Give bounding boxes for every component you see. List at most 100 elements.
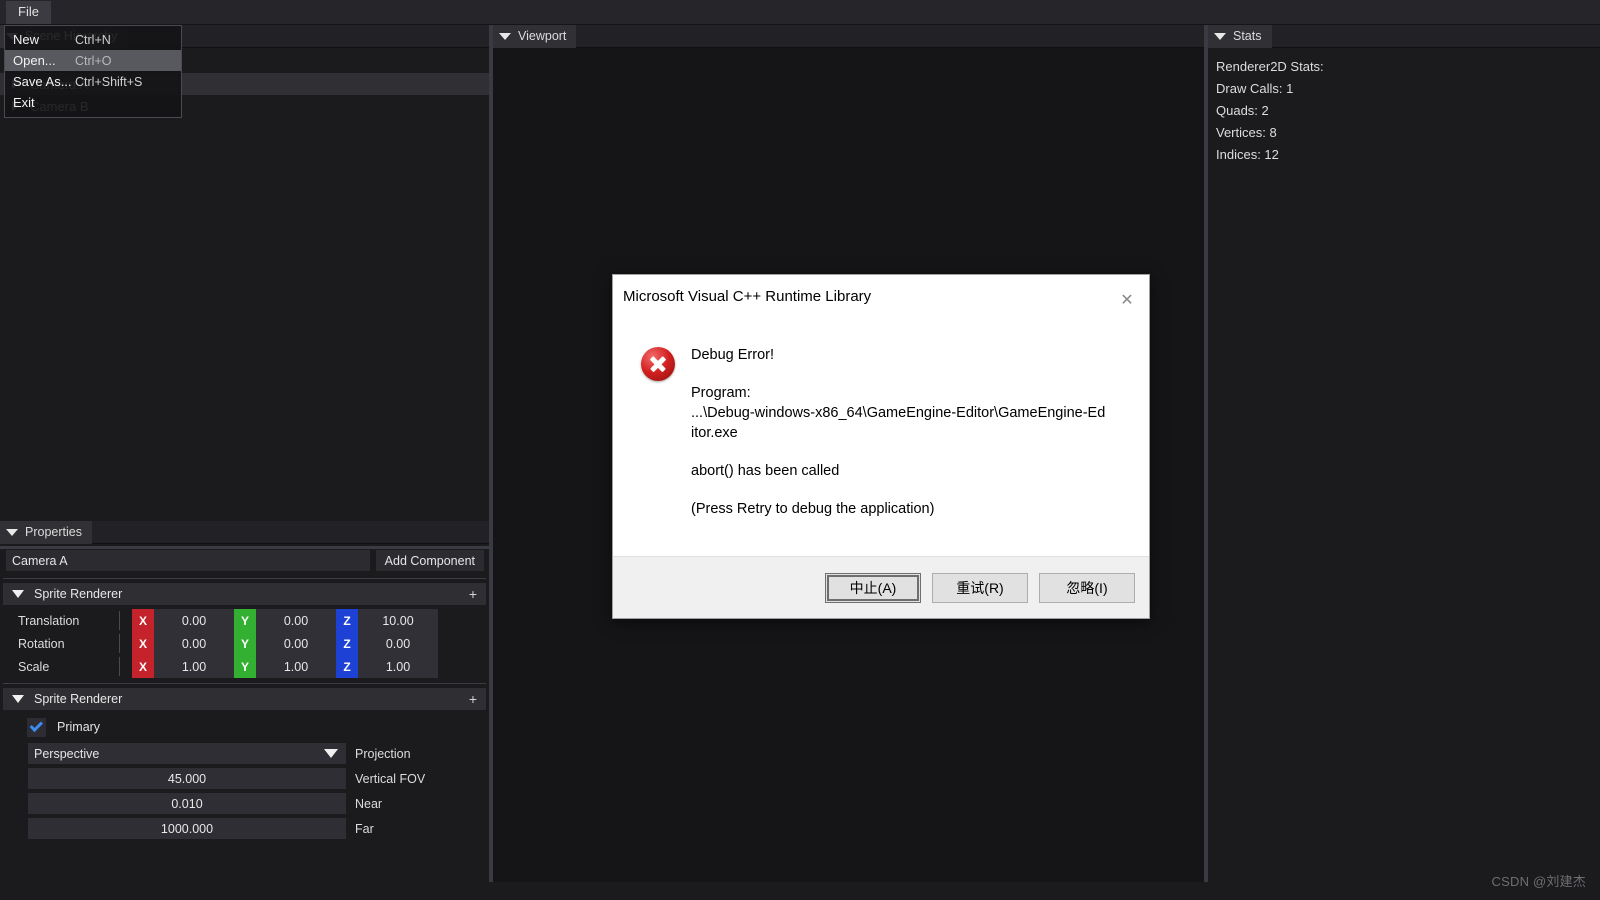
axis-y-label: Y bbox=[234, 609, 256, 632]
runtime-error-dialog: Microsoft Visual C++ Runtime Library ✕ D… bbox=[612, 274, 1150, 619]
axis-z-label: Z bbox=[336, 632, 358, 655]
stats-line: Vertices: 8 bbox=[1216, 122, 1600, 144]
collapse-triangle-icon[interactable] bbox=[6, 529, 18, 536]
axis-x-label: X bbox=[132, 655, 154, 678]
dialog-message-block: Debug Error! Program: ...\Debug-windows-… bbox=[691, 345, 1105, 556]
stats-line: Draw Calls: 1 bbox=[1216, 78, 1600, 100]
divider bbox=[119, 657, 120, 676]
dialog-body: Debug Error! Program: ...\Debug-windows-… bbox=[613, 319, 1149, 556]
vector-row-rotation: Rotation X 0.00 Y 0.00 Z 0.00 bbox=[3, 632, 486, 655]
add-component-button[interactable]: Add Component bbox=[376, 550, 484, 571]
menu-file[interactable]: File bbox=[6, 1, 51, 24]
row-label: Scale bbox=[3, 655, 119, 678]
properties-panel: Properties Camera A Add Component Sprite… bbox=[0, 521, 489, 882]
projection-row: Perspective Projection bbox=[28, 743, 486, 764]
primary-checkbox[interactable] bbox=[27, 718, 46, 737]
vertical-fov-row: 45.000 Vertical FOV bbox=[28, 768, 486, 789]
divider bbox=[119, 611, 120, 630]
far-row: 1000.000 Far bbox=[28, 818, 486, 839]
dialog-titlebar: Microsoft Visual C++ Runtime Library ✕ bbox=[613, 275, 1149, 319]
menu-item-shortcut: Ctrl+N bbox=[75, 33, 111, 47]
collapse-triangle-icon[interactable] bbox=[12, 695, 24, 703]
translation-z-input[interactable]: 10.00 bbox=[358, 609, 438, 632]
divider bbox=[3, 578, 486, 579]
error-icon bbox=[641, 347, 675, 381]
menu-item-exit[interactable]: Exit bbox=[5, 92, 181, 113]
program-label: Program: bbox=[691, 383, 1105, 403]
scale-y-input[interactable]: 1.00 bbox=[256, 655, 336, 678]
menu-item-label: Open... bbox=[13, 53, 75, 68]
dialog-program-block: Program: ...\Debug-windows-x86_64\GameEn… bbox=[691, 383, 1105, 443]
axis-z-label: Z bbox=[336, 609, 358, 632]
axis-x-label: X bbox=[132, 609, 154, 632]
far-caption: Far bbox=[355, 822, 374, 836]
add-icon[interactable]: + bbox=[469, 587, 477, 601]
component-header-sprite-renderer-2[interactable]: Sprite Renderer + bbox=[3, 688, 486, 710]
axis-x-label: X bbox=[132, 632, 154, 655]
row-label: Rotation bbox=[3, 632, 119, 655]
axis-y-label: Y bbox=[234, 632, 256, 655]
menu-item-shortcut: Ctrl+Shift+S bbox=[75, 75, 142, 89]
menu-item-label: New bbox=[13, 32, 75, 47]
dialog-footer: 中止(A) 重试(R) 忽略(I) bbox=[613, 556, 1149, 618]
tab-label: Stats bbox=[1233, 29, 1262, 43]
program-path-line-1: ...\Debug-windows-x86_64\GameEngine-Edit… bbox=[691, 403, 1105, 423]
tab-properties[interactable]: Properties bbox=[0, 521, 92, 544]
component-title: Sprite Renderer bbox=[34, 692, 122, 706]
divider bbox=[3, 683, 486, 684]
entity-name-input[interactable]: Camera A bbox=[6, 550, 370, 571]
translation-x-input[interactable]: 0.00 bbox=[154, 609, 234, 632]
menu-item-label: Save As... bbox=[13, 74, 75, 89]
projection-select[interactable]: Perspective bbox=[28, 743, 346, 764]
menu-item-new[interactable]: New Ctrl+N bbox=[5, 29, 181, 50]
horizontal-splitter[interactable] bbox=[0, 546, 489, 549]
dialog-hint: (Press Retry to debug the application) bbox=[691, 499, 1105, 519]
viewport-tabbar: Viewport bbox=[493, 25, 1204, 48]
stats-line: Indices: 12 bbox=[1216, 144, 1600, 166]
rotation-y-input[interactable]: 0.00 bbox=[256, 632, 336, 655]
add-icon[interactable]: + bbox=[469, 692, 477, 706]
retry-button[interactable]: 重试(R) bbox=[932, 573, 1028, 603]
menu-item-save-as[interactable]: Save As... Ctrl+Shift+S bbox=[5, 71, 181, 92]
vertical-fov-input[interactable]: 45.000 bbox=[28, 768, 346, 789]
tab-stats[interactable]: Stats bbox=[1208, 25, 1272, 48]
chevron-down-icon[interactable] bbox=[324, 749, 338, 758]
collapse-triangle-icon[interactable] bbox=[1214, 33, 1226, 40]
abort-button[interactable]: 中止(A) bbox=[825, 573, 921, 603]
near-row: 0.010 Near bbox=[28, 793, 486, 814]
translation-y-input[interactable]: 0.00 bbox=[256, 609, 336, 632]
collapse-triangle-icon[interactable] bbox=[499, 33, 511, 40]
near-caption: Near bbox=[355, 797, 382, 811]
properties-body: Camera A Add Component Sprite Renderer +… bbox=[0, 544, 489, 839]
ignore-button[interactable]: 忽略(I) bbox=[1039, 573, 1135, 603]
scale-x-input[interactable]: 1.00 bbox=[154, 655, 234, 678]
stats-body: Renderer2D Stats: Draw Calls: 1 Quads: 2… bbox=[1208, 48, 1600, 166]
left-dock: Scene Hierarchy Green Square Entity Came… bbox=[0, 25, 489, 882]
menu-bar: File bbox=[0, 0, 1600, 25]
tab-viewport[interactable]: Viewport bbox=[493, 25, 576, 48]
stats-line: Quads: 2 bbox=[1216, 100, 1600, 122]
rotation-z-input[interactable]: 0.00 bbox=[358, 632, 438, 655]
file-menu-dropdown: New Ctrl+N Open... Ctrl+O Save As... Ctr… bbox=[4, 25, 182, 118]
menu-item-open[interactable]: Open... Ctrl+O bbox=[5, 50, 181, 71]
component-header-sprite-renderer-1[interactable]: Sprite Renderer + bbox=[3, 583, 486, 605]
tab-label: Viewport bbox=[518, 29, 566, 43]
axis-z-label: Z bbox=[336, 655, 358, 678]
dialog-abort-message: abort() has been called bbox=[691, 461, 1105, 481]
close-icon[interactable]: ✕ bbox=[1105, 288, 1149, 318]
collapse-triangle-icon[interactable] bbox=[12, 590, 24, 598]
scale-z-input[interactable]: 1.00 bbox=[358, 655, 438, 678]
far-input[interactable]: 1000.000 bbox=[28, 818, 346, 839]
program-path-line-2: itor.exe bbox=[691, 423, 1105, 443]
stats-line: Renderer2D Stats: bbox=[1216, 56, 1600, 78]
properties-tabbar: Properties bbox=[0, 521, 489, 544]
rotation-x-input[interactable]: 0.00 bbox=[154, 632, 234, 655]
tab-label: Properties bbox=[25, 525, 82, 539]
projection-caption: Projection bbox=[355, 747, 411, 761]
near-input[interactable]: 0.010 bbox=[28, 793, 346, 814]
row-label: Translation bbox=[3, 609, 119, 632]
stats-tabbar: Stats bbox=[1208, 25, 1600, 48]
projection-value: Perspective bbox=[34, 747, 99, 761]
vector-row-scale: Scale X 1.00 Y 1.00 Z 1.00 bbox=[3, 655, 486, 678]
check-icon bbox=[29, 718, 42, 731]
